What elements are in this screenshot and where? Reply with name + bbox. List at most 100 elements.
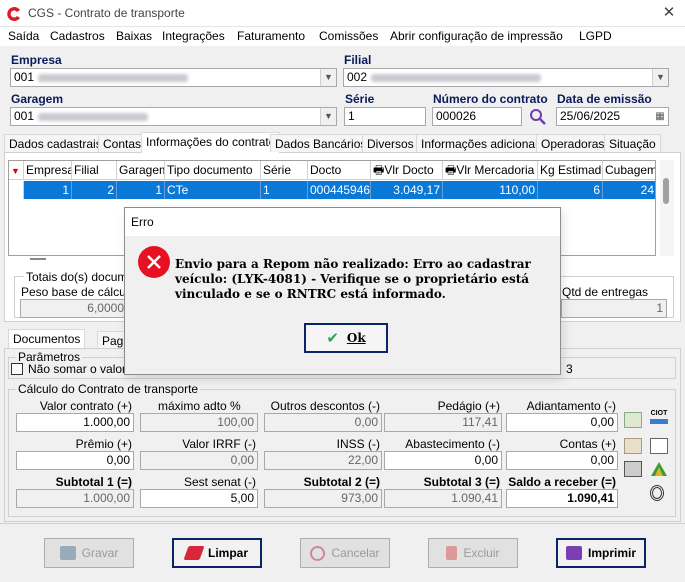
documents-icon[interactable]	[624, 438, 642, 454]
tab-operadoras[interactable]: Operadoras	[536, 134, 610, 152]
printer-icon	[565, 546, 582, 560]
column-header[interactable]: Filial	[72, 161, 117, 180]
gravar-label: Gravar	[81, 546, 119, 560]
error-dialog: Erro Envio para a Repom não realizado: E…	[124, 207, 561, 375]
filial-combo[interactable]: 002 ▼	[343, 68, 669, 87]
copy-icon[interactable]	[624, 461, 642, 477]
menu-configuracao-impressao[interactable]: Abrir configuração de impressão	[390, 29, 563, 43]
inss-field: 22,00	[264, 451, 382, 470]
valor-irrf-label: Valor IRRF (-)	[182, 437, 256, 451]
column-header[interactable]: Kg Estimado	[538, 161, 603, 180]
cancel-icon	[310, 545, 326, 561]
adiantamento-label: Adiantamento (-)	[526, 399, 616, 413]
tab-documentos[interactable]: Documentos	[8, 329, 86, 349]
cancelar-button[interactable]: Cancelar	[300, 538, 390, 568]
premio-input[interactable]: 0,00	[16, 451, 134, 470]
tab-informacoes-adicionais[interactable]: Informações adicionais	[416, 134, 549, 152]
preview-icon[interactable]	[650, 438, 668, 454]
calendar-icon[interactable]: ▦	[652, 108, 668, 125]
table-cell[interactable]: 000445946	[308, 181, 371, 199]
column-header[interactable]: Docto	[308, 161, 371, 180]
column-header-vlr-mercadoria[interactable]: 🖶Vlr Mercadoria	[443, 161, 538, 180]
empresa-combo[interactable]: 001 ▼	[10, 68, 337, 87]
tab-contas[interactable]: Contas	[98, 134, 147, 152]
menu-bar: Saída Cadastros Baixas Integrações Fatur…	[0, 27, 685, 46]
abastecimento-input[interactable]: 0,00	[384, 451, 502, 470]
redacted-text	[371, 73, 542, 82]
gravar-button[interactable]: Gravar	[44, 538, 134, 568]
table-cell[interactable]: CTe	[165, 181, 261, 199]
table-cell[interactable]: 6	[538, 181, 603, 199]
table-cell[interactable]: 1	[24, 181, 72, 199]
sest-senat-label: Sest senat (-)	[183, 475, 256, 489]
document-edit-icon[interactable]	[624, 412, 642, 428]
menu-cadastros[interactable]: Cadastros	[50, 29, 105, 43]
tab-situacao[interactable]: Situação	[604, 134, 661, 152]
close-icon[interactable]: ✕	[660, 3, 678, 23]
data-emissao-input[interactable]: 25/06/2025 ▦	[556, 107, 669, 126]
chevron-down-icon[interactable]: ▼	[320, 69, 336, 86]
valor-contrato-input[interactable]: 1.000,00	[16, 413, 134, 432]
serie-input[interactable]: 1	[344, 107, 426, 126]
sest-senat-input[interactable]: 5,00	[140, 489, 258, 508]
column-header[interactable]: Tipo documento	[165, 161, 261, 180]
table-cell[interactable]: 24	[603, 181, 655, 199]
empresa-value: 001	[14, 70, 35, 84]
column-header[interactable]: Série	[261, 161, 308, 180]
adiantamento-input[interactable]: 0,00	[506, 413, 618, 432]
maximo-adto-field: 100,00	[140, 413, 258, 432]
table-cell[interactable]: 1	[117, 181, 165, 199]
qtd-entregas-field: 1	[561, 299, 667, 318]
dialog-title-bar: Erro	[125, 208, 560, 236]
chevron-down-icon[interactable]: ▼	[320, 108, 336, 125]
peso-field: 6,0000	[20, 299, 128, 318]
triangle-status-icon[interactable]	[650, 461, 668, 477]
ok-button[interactable]: ✔ Ok	[304, 323, 388, 353]
table-cell[interactable]: 2	[72, 181, 117, 199]
menu-saida[interactable]: Saída	[8, 29, 39, 43]
tab-diversos[interactable]: Diversos	[362, 134, 419, 152]
scrollbar-thumb[interactable]	[663, 178, 669, 204]
table-cell[interactable]: 110,00	[443, 181, 538, 199]
premio-label: Prêmio (+)	[75, 437, 132, 451]
outros-descontos-field: 0,00	[264, 413, 382, 432]
menu-baixas[interactable]: Baixas	[116, 29, 152, 43]
numero-contrato-input[interactable]: 000026	[432, 107, 522, 126]
table-cell[interactable]: 1	[261, 181, 308, 199]
column-header[interactable]: Empresa	[24, 161, 72, 180]
serie-label: Série	[345, 92, 375, 106]
contas-input[interactable]: 0,00	[506, 451, 618, 470]
outros-descontos-label: Outros descontos (-)	[270, 399, 380, 413]
printer-icon: 🖶	[445, 163, 457, 177]
cd-icon[interactable]	[650, 485, 664, 501]
tab-dados-cadastrais[interactable]: Dados cadastrais	[4, 134, 107, 152]
search-icon[interactable]	[529, 108, 547, 126]
table-cell[interactable]: 3.049,17	[371, 181, 443, 199]
column-header[interactable]: Garagem	[117, 161, 165, 180]
garagem-combo[interactable]: 001 ▼	[10, 107, 337, 126]
excluir-button[interactable]: Excluir	[428, 538, 518, 568]
printer-icon: 🖶	[373, 163, 385, 177]
chevron-down-icon[interactable]: ▼	[652, 69, 668, 86]
menu-lgpd[interactable]: LGPD	[579, 29, 612, 43]
imprimir-button[interactable]: Imprimir	[556, 538, 646, 568]
garagem-value: 001	[14, 109, 35, 123]
column-header-vlr-docto[interactable]: 🖶Vlr Docto	[371, 161, 443, 180]
horizontal-scroll-thumb[interactable]	[30, 258, 46, 260]
dialog-message: Envio para a Repom não realizado: Erro a…	[175, 257, 531, 301]
tab-dados-bancarios[interactable]: Dados Bancários	[270, 134, 372, 152]
app-logo-icon	[7, 7, 20, 21]
ciot-icon[interactable]: CIOT	[650, 410, 668, 426]
nao-somar-checkbox[interactable]	[11, 363, 23, 375]
menu-integracoes[interactable]: Integrações	[162, 29, 225, 43]
grid-vertical-scrollbar[interactable]	[660, 160, 674, 256]
saldo-receber-field: 1.090,41	[506, 489, 618, 508]
column-header[interactable]: Cubagem	[603, 161, 655, 180]
menu-comissoes[interactable]: Comissões	[319, 29, 378, 43]
menu-faturamento[interactable]: Faturamento	[237, 29, 305, 43]
garagem-label: Garagem	[11, 92, 64, 106]
row-indicator[interactable]	[9, 181, 24, 199]
limpar-button[interactable]: Limpar	[172, 538, 262, 568]
tab-informacoes-contrato[interactable]: Informações do contrato	[141, 132, 281, 153]
pedagio-label: Pedágio (+)	[437, 399, 500, 413]
